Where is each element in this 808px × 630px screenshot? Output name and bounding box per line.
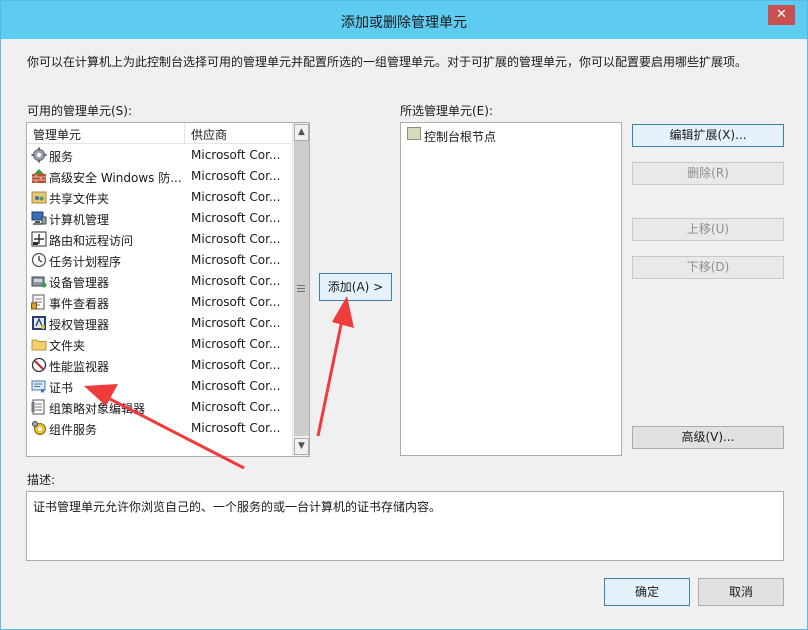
computer-management-icon bbox=[31, 211, 47, 225]
description-text: 证书管理单元允许你浏览自己的、一个服务的或一台计算机的证书存储内容。 bbox=[33, 500, 442, 514]
snapin-vendor: Microsoft Cor... bbox=[191, 358, 281, 372]
device-manager-icon bbox=[31, 276, 47, 288]
scroll-down-button[interactable]: ▼ bbox=[294, 438, 309, 455]
title-bar[interactable]: 添加或删除管理单元 ✕ bbox=[1, 1, 807, 39]
snapin-name: 授权管理器 bbox=[49, 318, 110, 332]
list-item[interactable]: 组策略对象编辑器 Microsoft Cor... bbox=[27, 397, 292, 418]
event-viewer-icon bbox=[31, 294, 45, 310]
available-snapins-label: 可用的管理单元(S): bbox=[27, 104, 133, 118]
dialog-window: 添加或删除管理单元 ✕ 你可以在计算机上为此控制台选择可用的管理单元并配置所选的… bbox=[0, 0, 808, 630]
snapin-name: 事件查看器 bbox=[49, 297, 110, 311]
folder-icon bbox=[407, 127, 421, 140]
window-title: 添加或删除管理单元 bbox=[341, 15, 467, 31]
authorization-icon bbox=[32, 316, 46, 330]
snapin-vendor: Microsoft Cor... bbox=[191, 190, 281, 204]
snapin-vendor: Microsoft Cor... bbox=[191, 274, 281, 288]
snapin-name: 服务 bbox=[49, 150, 74, 164]
snapin-vendor: Microsoft Cor... bbox=[191, 421, 281, 435]
list-item[interactable]: 文件夹 Microsoft Cor... bbox=[27, 334, 292, 355]
move-down-button[interactable]: 下移(D) bbox=[632, 256, 784, 279]
cancel-button[interactable]: 取消 bbox=[698, 578, 784, 606]
performance-icon bbox=[31, 357, 47, 373]
snapin-name: 性能监视器 bbox=[49, 360, 110, 374]
firewall-icon bbox=[32, 169, 46, 183]
edit-extensions-button[interactable]: 编辑扩展(X)... bbox=[632, 124, 784, 147]
advanced-button[interactable]: 高级(V)... bbox=[632, 426, 784, 449]
list-item[interactable]: 路由和远程访问 Microsoft Cor... bbox=[27, 229, 292, 250]
selected-snapins-label: 所选管理单元(E): bbox=[400, 104, 493, 118]
snapin-name: 计算机管理 bbox=[49, 213, 110, 227]
ok-button[interactable]: 确定 bbox=[604, 578, 690, 606]
available-snapins-list[interactable]: 管理单元 供应商 服务 Microsoft Cor... 高级安全 Window… bbox=[26, 122, 310, 457]
intro-text: 你可以在计算机上为此控制台选择可用的管理单元并配置所选的一组管理单元。对于可扩展… bbox=[27, 55, 748, 69]
snapin-vendor: Microsoft Cor... bbox=[191, 253, 281, 267]
list-item[interactable]: 服务 Microsoft Cor... bbox=[27, 145, 292, 166]
snapin-vendor: Microsoft Cor... bbox=[191, 169, 281, 183]
snapin-vendor: Microsoft Cor... bbox=[191, 316, 281, 330]
move-up-button[interactable]: 上移(U) bbox=[632, 218, 784, 241]
list-item[interactable]: 组件服务 Microsoft Cor... bbox=[27, 418, 292, 439]
list-item[interactable]: 性能监视器 Microsoft Cor... bbox=[27, 355, 292, 376]
snapin-name: 组策略对象编辑器 bbox=[49, 402, 146, 416]
snapin-name: 设备管理器 bbox=[49, 276, 110, 290]
description-box: 证书管理单元允许你浏览自己的、一个服务的或一台计算机的证书存储内容。 bbox=[26, 491, 784, 561]
tree-item-label: 控制台根节点 bbox=[424, 130, 497, 144]
scroll-up-button[interactable]: ▲ bbox=[294, 124, 309, 141]
folder-icon bbox=[31, 339, 47, 351]
list-item[interactable]: 任务计划程序 Microsoft Cor... bbox=[27, 250, 292, 271]
list-item[interactable]: 共享文件夹 Microsoft Cor... bbox=[27, 187, 292, 208]
remove-button[interactable]: 删除(R) bbox=[632, 162, 784, 185]
snapin-name: 文件夹 bbox=[49, 339, 86, 353]
snapin-vendor: Microsoft Cor... bbox=[191, 211, 281, 225]
snapin-vendor: Microsoft Cor... bbox=[191, 337, 281, 351]
description-label: 描述: bbox=[27, 473, 56, 487]
snapin-vendor: Microsoft Cor... bbox=[191, 148, 281, 162]
close-button[interactable]: ✕ bbox=[768, 5, 795, 25]
column-header-vendor[interactable]: 供应商 bbox=[191, 126, 227, 143]
snapin-name: 任务计划程序 bbox=[49, 255, 122, 269]
list-header: 管理单元 供应商 bbox=[27, 123, 292, 144]
snapin-vendor: Microsoft Cor... bbox=[191, 295, 281, 309]
snapin-vendor: Microsoft Cor... bbox=[191, 232, 281, 246]
list-item[interactable]: 计算机管理 Microsoft Cor... bbox=[27, 208, 292, 229]
snapin-name: 证书 bbox=[49, 381, 74, 395]
gear-icon bbox=[31, 147, 47, 163]
list-item[interactable]: 授权管理器 Microsoft Cor... bbox=[27, 313, 292, 334]
snapin-name: 路由和远程访问 bbox=[49, 234, 134, 248]
shared-folder-icon bbox=[31, 191, 47, 204]
column-divider[interactable] bbox=[184, 123, 185, 144]
selected-snapins-tree[interactable]: 控制台根节点 bbox=[400, 122, 622, 456]
column-header-name[interactable]: 管理单元 bbox=[33, 126, 81, 143]
scroll-thumb[interactable] bbox=[294, 141, 309, 436]
list-item[interactable]: 高级安全 Windows 防... Microsoft Cor... bbox=[27, 166, 292, 187]
component-services-icon bbox=[32, 421, 46, 435]
snapin-name: 组件服务 bbox=[49, 423, 98, 437]
snapin-name: 高级安全 Windows 防... bbox=[49, 171, 182, 185]
list-item[interactable]: 事件查看器 Microsoft Cor... bbox=[27, 292, 292, 313]
snapin-vendor: Microsoft Cor... bbox=[191, 379, 281, 393]
certificate-icon bbox=[31, 380, 46, 393]
clock-icon bbox=[31, 252, 47, 268]
routing-icon bbox=[31, 231, 47, 247]
list-item[interactable]: 证书 Microsoft Cor... bbox=[27, 376, 292, 397]
add-button[interactable]: 添加(A) > bbox=[319, 273, 392, 301]
group-policy-icon bbox=[31, 399, 45, 415]
snapin-name: 共享文件夹 bbox=[49, 192, 110, 206]
snapin-vendor: Microsoft Cor... bbox=[191, 400, 281, 414]
vertical-scrollbar[interactable]: ▲ ▼ bbox=[292, 123, 309, 456]
list-item[interactable]: 设备管理器 Microsoft Cor... bbox=[27, 271, 292, 292]
